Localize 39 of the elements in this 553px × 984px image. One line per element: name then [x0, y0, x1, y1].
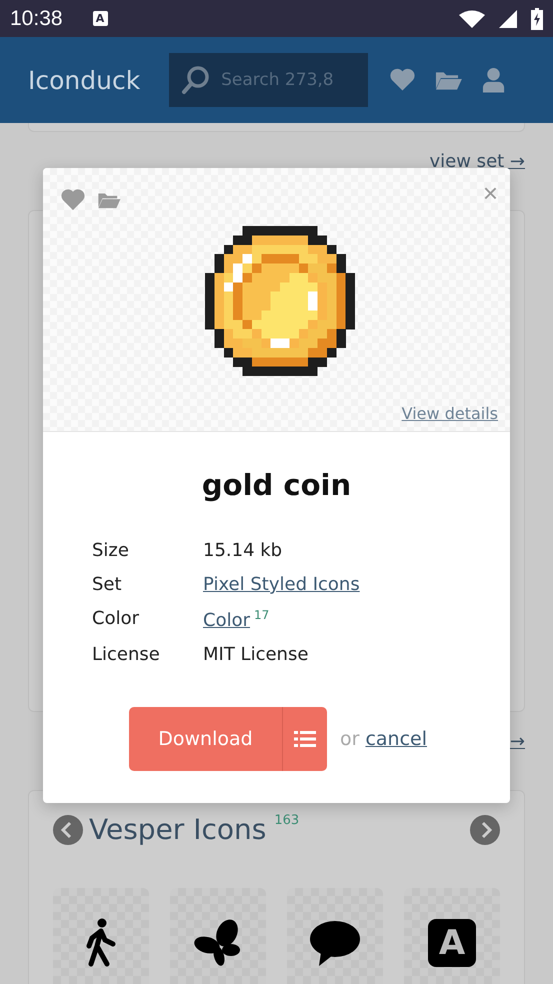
letter-icon: A [428, 919, 476, 967]
icon-count: 163 [274, 813, 300, 828]
or-text: or [340, 728, 360, 750]
icon-count: 17 [254, 608, 270, 622]
close-button[interactable]: × [482, 180, 498, 206]
detail-link[interactable]: Color [203, 610, 250, 631]
logo[interactable]: Iconduck [28, 66, 170, 94]
view-details-link[interactable]: View details [402, 404, 498, 423]
signal-icon [499, 10, 517, 28]
detail-label: Color [92, 608, 140, 631]
view-set-link[interactable]: view set → [430, 150, 525, 172]
battery-icon [531, 8, 543, 30]
user-icon[interactable] [482, 67, 505, 93]
detail-link[interactable]: Pixel Styled Icons [203, 574, 360, 595]
download-button[interactable]: Download [129, 707, 283, 771]
detail-label: License [92, 644, 161, 665]
speech-bubble-icon [309, 920, 361, 966]
wifi-icon [459, 10, 485, 28]
icon-tile[interactable]: A [404, 888, 500, 984]
detail-label: Set [92, 574, 123, 595]
detail-value: 15.14 kb [203, 540, 282, 561]
set-title[interactable]: Vesper Icons [89, 813, 266, 846]
previous-button[interactable] [53, 814, 83, 844]
view-set-link[interactable]: → [510, 730, 525, 752]
detail-value: MIT License [203, 644, 308, 665]
detail-label: Size [92, 540, 130, 561]
icon-title: gold coin [200, 468, 352, 502]
cancel-link[interactable]: cancel [365, 728, 427, 750]
heart-icon[interactable] [61, 189, 85, 211]
coin-icon [204, 226, 354, 376]
format-list-button[interactable] [283, 707, 327, 771]
search-field[interactable]: Search 273,8 [169, 53, 368, 107]
butterfly-icon [193, 918, 243, 968]
notification-icon: A [92, 11, 108, 26]
next-button[interactable] [470, 814, 500, 844]
folder-icon[interactable] [97, 191, 121, 209]
clock: 10:38 [10, 6, 63, 30]
list-icon [294, 730, 316, 748]
heart-icon[interactable] [390, 68, 416, 92]
